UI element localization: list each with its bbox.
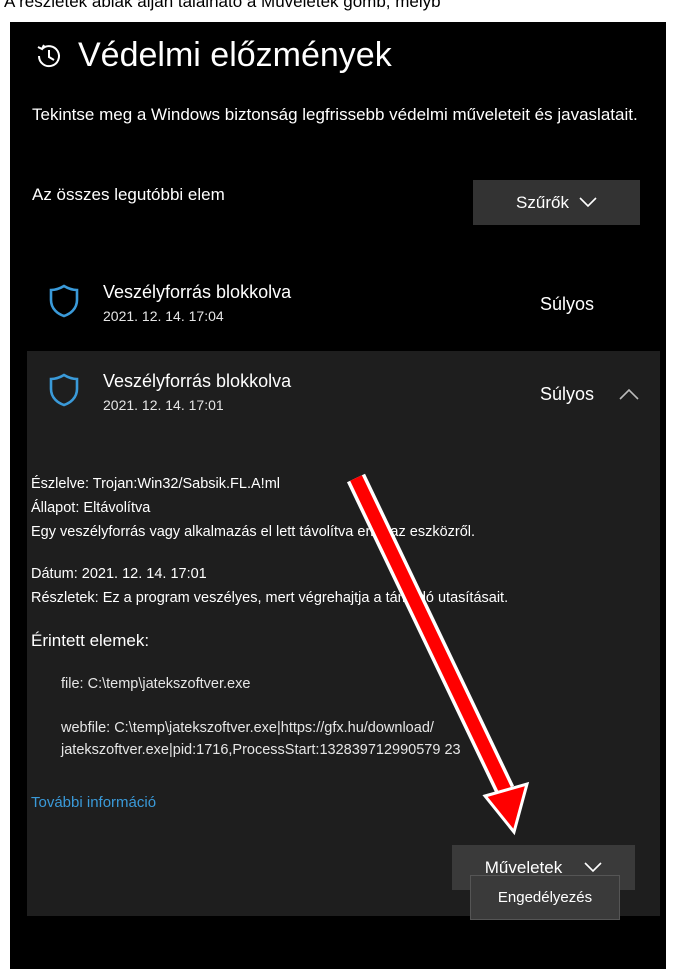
chevron-down-icon bbox=[579, 197, 597, 208]
severity-label: Súlyos bbox=[540, 294, 595, 314]
severity-label: Súlyos bbox=[540, 384, 595, 404]
page-description: Tekintse meg a Windows biztonság legfris… bbox=[32, 105, 638, 124]
affected-webfile-cont: jatekszoftver.exe|pid:1716,ProcessStart:… bbox=[61, 742, 461, 758]
detail-status: Állapot: Eltávolítva bbox=[31, 500, 151, 516]
detail-info: Részletek: Ez a program veszélyes, mert … bbox=[31, 590, 509, 606]
item-title: Veszélyforrás blokkolva bbox=[103, 371, 292, 391]
document-caption: A részletek ablak alján található a Műve… bbox=[0, 0, 678, 22]
history-item-expanded: Veszélyforrás blokkolva 2021. 12. 14. 17… bbox=[27, 351, 660, 916]
affected-webfile: webfile: C:\temp\jatekszoftver.exe|https… bbox=[61, 720, 434, 736]
affected-items-title: Érintett elemek: bbox=[31, 631, 150, 650]
filters-label: Szűrők bbox=[516, 192, 569, 212]
detail-detected: Észlelve: Trojan:Win32/Sabsik.FL.A!ml bbox=[31, 476, 281, 492]
section-label: Az összes legutóbbi elem bbox=[32, 185, 225, 204]
item-date: 2021. 12. 14. 17:04 bbox=[103, 308, 224, 324]
page-title: Védelmi előzmények bbox=[34, 36, 392, 75]
allow-label: Engedélyezés bbox=[497, 889, 593, 906]
detail-date: Dátum: 2021. 12. 14. 17:01 bbox=[31, 566, 207, 582]
document-caption-text: A részletek ablak alján található a Műve… bbox=[4, 0, 441, 11]
item-title: Veszélyforrás blokkolva bbox=[103, 282, 292, 302]
allow-menu-item[interactable]: Engedélyezés bbox=[470, 875, 620, 920]
more-info-link[interactable]: További információ bbox=[31, 794, 156, 811]
shield-icon bbox=[49, 284, 79, 318]
protection-history-window: Védelmi előzmények Tekintse meg a Window… bbox=[10, 22, 666, 969]
history-item[interactable]: Veszélyforrás blokkolva 2021. 12. 14. 17… bbox=[27, 264, 660, 350]
chevron-down-icon bbox=[584, 862, 602, 873]
page-title-text: Védelmi előzmények bbox=[78, 36, 392, 74]
history-icon bbox=[37, 44, 60, 67]
shield-icon bbox=[49, 373, 79, 407]
detail-status-note: Egy veszélyforrás vagy alkalmazás el let… bbox=[31, 524, 476, 540]
item-date: 2021. 12. 14. 17:01 bbox=[103, 397, 224, 413]
affected-file: file: C:\temp\jatekszoftver.exe bbox=[61, 676, 251, 692]
chevron-up-icon[interactable] bbox=[619, 388, 639, 400]
filters-button[interactable]: Szűrők bbox=[473, 180, 640, 225]
